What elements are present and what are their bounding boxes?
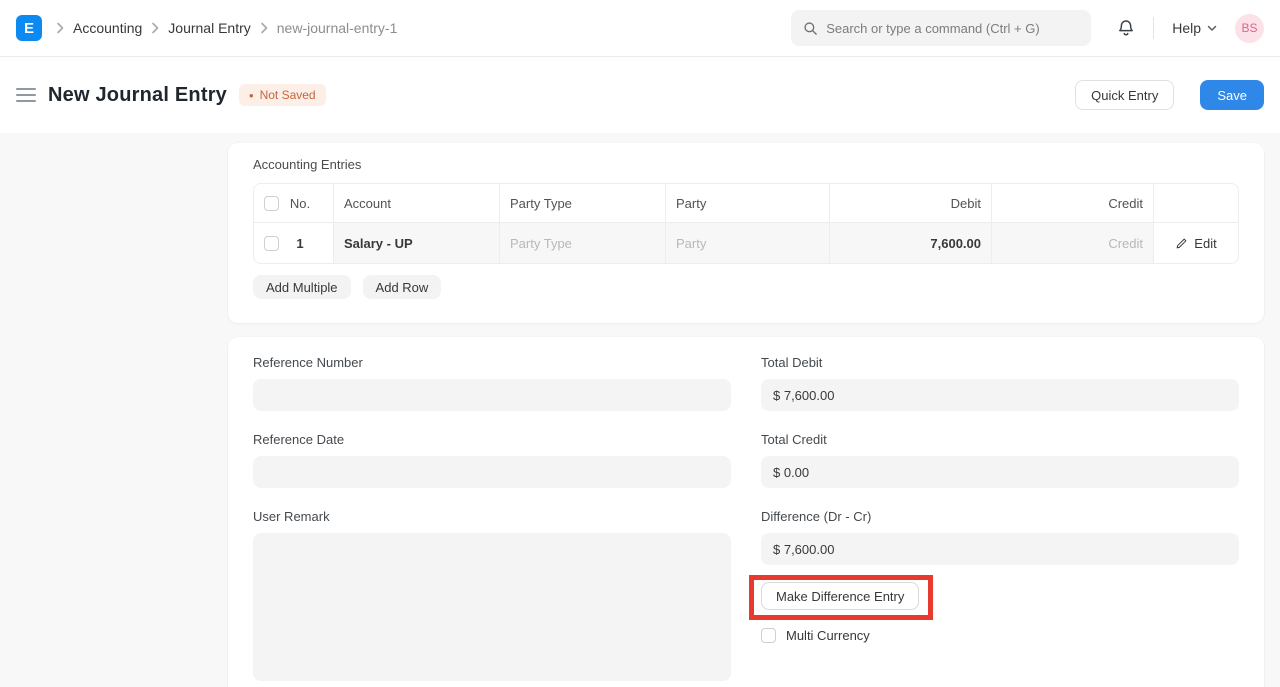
quick-entry-button[interactable]: Quick Entry bbox=[1075, 80, 1174, 110]
edit-label: Edit bbox=[1194, 236, 1216, 251]
row-checkbox[interactable] bbox=[264, 236, 279, 251]
breadcrumb-journal-entry[interactable]: Journal Entry bbox=[168, 20, 250, 36]
total-debit-input[interactable] bbox=[761, 379, 1239, 411]
multi-currency-field: Multi Currency bbox=[761, 628, 1239, 643]
multi-currency-label: Multi Currency bbox=[786, 628, 870, 643]
table-header-actions bbox=[1154, 184, 1238, 223]
add-row-button[interactable]: Add Row bbox=[363, 275, 442, 299]
party-type-placeholder: Party Type bbox=[510, 236, 572, 251]
total-credit-field: Total Credit bbox=[761, 432, 1239, 488]
page-head: New Journal Entry • Not Saved Quick Entr… bbox=[0, 57, 1280, 133]
help-label: Help bbox=[1172, 20, 1201, 36]
difference-label: Difference (Dr - Cr) bbox=[761, 509, 1239, 524]
account-value: Salary - UP bbox=[344, 236, 413, 251]
page-actions: Quick Entry Save bbox=[1075, 80, 1264, 110]
user-remark-textarea[interactable] bbox=[253, 533, 731, 681]
breadcrumb: Accounting Journal Entry new-journal-ent… bbox=[56, 20, 397, 36]
table-header-debit: Debit bbox=[830, 184, 992, 223]
chevron-right-icon bbox=[56, 22, 64, 34]
navbar: E Accounting Journal Entry new-journal-e… bbox=[0, 0, 1280, 57]
bell-icon bbox=[1117, 19, 1135, 37]
table-header-party: Party bbox=[666, 184, 830, 223]
breadcrumb-accounting[interactable]: Accounting bbox=[73, 20, 142, 36]
total-credit-input[interactable] bbox=[761, 456, 1239, 488]
reference-number-label: Reference Number bbox=[253, 355, 731, 370]
total-debit-label: Total Debit bbox=[761, 355, 1239, 370]
chevron-right-icon bbox=[151, 22, 159, 34]
search-input[interactable] bbox=[826, 21, 1079, 36]
avatar[interactable]: BS bbox=[1235, 14, 1264, 43]
pencil-icon bbox=[1175, 237, 1188, 250]
status-dot: • bbox=[249, 89, 254, 102]
row-actions-cell: Edit bbox=[1154, 223, 1238, 263]
credit-cell[interactable]: Credit bbox=[992, 223, 1154, 263]
reference-date-input[interactable] bbox=[253, 456, 731, 488]
avatar-initials: BS bbox=[1241, 21, 1257, 35]
journal-entry-form-card: Reference Number Reference Date User Rem… bbox=[228, 337, 1264, 687]
difference-input[interactable] bbox=[761, 533, 1239, 565]
account-cell[interactable]: Salary - UP bbox=[334, 223, 500, 263]
accounting-entries-title: Accounting Entries bbox=[253, 157, 1239, 172]
accounting-entries-table: No. Account Party Type Party Debit Credi… bbox=[253, 183, 1239, 264]
sidebar-toggle-icon[interactable] bbox=[16, 84, 36, 106]
credit-placeholder: Credit bbox=[1108, 236, 1143, 251]
form-right-column: Total Debit Total Credit Difference (Dr … bbox=[761, 355, 1239, 687]
debit-cell[interactable]: 7,600.00 bbox=[830, 223, 992, 263]
global-search[interactable] bbox=[791, 10, 1091, 46]
help-menu[interactable]: Help bbox=[1172, 20, 1217, 36]
party-placeholder: Party bbox=[676, 236, 706, 251]
table-header-credit: Credit bbox=[992, 184, 1154, 223]
notifications-button[interactable] bbox=[1117, 19, 1135, 37]
debit-value: 7,600.00 bbox=[930, 236, 981, 251]
difference-field: Difference (Dr - Cr) bbox=[761, 509, 1239, 565]
navbar-divider bbox=[1153, 17, 1154, 39]
reference-date-field: Reference Date bbox=[253, 432, 731, 488]
breadcrumb-current-doc: new-journal-entry-1 bbox=[277, 20, 398, 36]
app-logo-letter: E bbox=[24, 20, 34, 37]
accounting-entries-card: Accounting Entries No. Account Party Typ… bbox=[228, 143, 1264, 323]
add-multiple-button[interactable]: Add Multiple bbox=[253, 275, 351, 299]
form-left-column: Reference Number Reference Date User Rem… bbox=[253, 355, 731, 687]
status-badge-label: Not Saved bbox=[260, 88, 316, 102]
multi-currency-checkbox[interactable] bbox=[761, 628, 776, 643]
reference-number-input[interactable] bbox=[253, 379, 731, 411]
chevron-right-icon bbox=[260, 22, 268, 34]
edit-row-button[interactable]: Edit bbox=[1175, 236, 1216, 251]
table-header-account: Account bbox=[334, 184, 500, 223]
table-header-party-type: Party Type bbox=[500, 184, 666, 223]
navbar-right: Help BS bbox=[1117, 14, 1264, 43]
search-icon bbox=[803, 21, 818, 36]
party-cell[interactable]: Party bbox=[666, 223, 830, 263]
reference-date-label: Reference Date bbox=[253, 432, 731, 447]
main-content: Accounting Entries No. Account Party Typ… bbox=[0, 133, 1280, 687]
page-title: New Journal Entry bbox=[48, 84, 227, 107]
select-all-checkbox[interactable] bbox=[264, 196, 279, 211]
user-remark-field: User Remark bbox=[253, 509, 731, 684]
reference-number-field: Reference Number bbox=[253, 355, 731, 411]
table-row-no-cell: 1 bbox=[254, 223, 334, 263]
save-button[interactable]: Save bbox=[1200, 80, 1264, 110]
annotation-highlight-box: Make Difference Entry bbox=[749, 575, 933, 620]
total-debit-field: Total Debit bbox=[761, 355, 1239, 411]
table-header-no: No. bbox=[254, 184, 334, 223]
column-label-no: No. bbox=[289, 196, 311, 211]
chevron-down-icon bbox=[1207, 25, 1217, 32]
make-difference-entry-button[interactable]: Make Difference Entry bbox=[761, 582, 919, 610]
total-credit-label: Total Credit bbox=[761, 432, 1239, 447]
table-actions: Add Multiple Add Row bbox=[253, 275, 1239, 299]
user-remark-label: User Remark bbox=[253, 509, 731, 524]
party-type-cell[interactable]: Party Type bbox=[500, 223, 666, 263]
app-logo[interactable]: E bbox=[16, 15, 42, 41]
status-badge: • Not Saved bbox=[239, 84, 326, 106]
row-number: 1 bbox=[289, 236, 311, 251]
